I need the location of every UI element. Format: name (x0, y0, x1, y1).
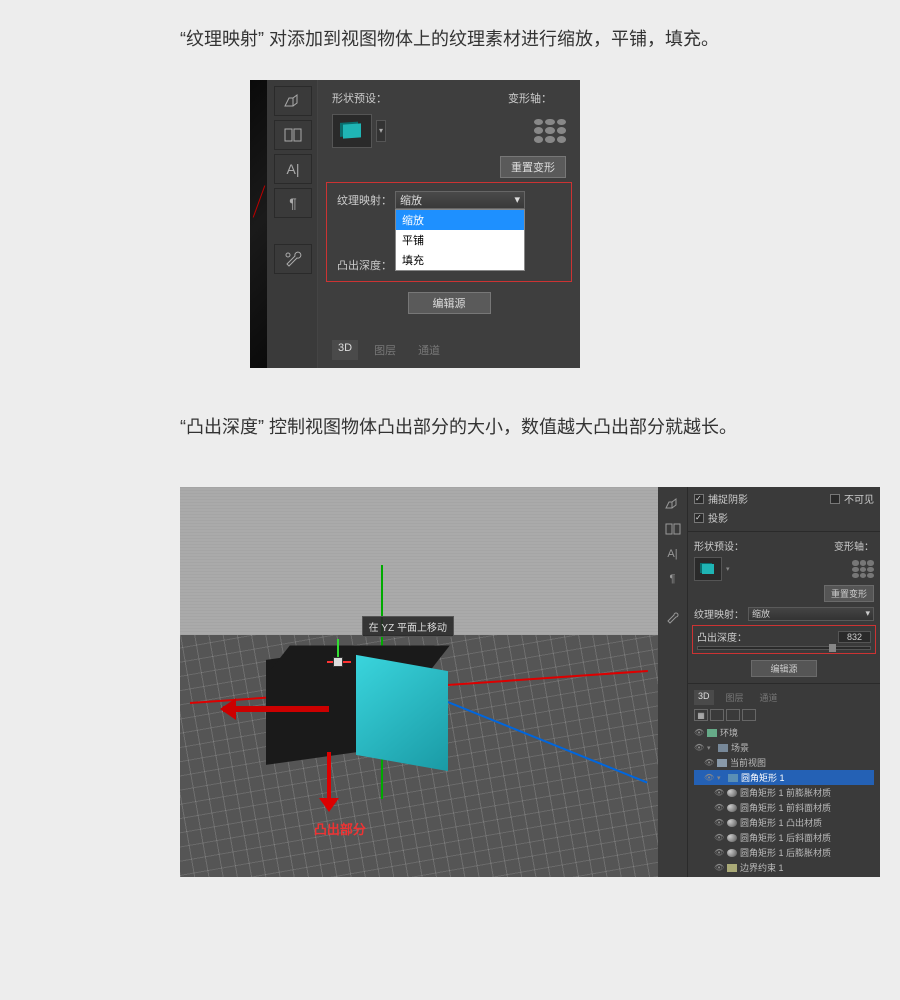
tool-split-icon[interactable] (274, 120, 312, 150)
panel-tabs-2: 3D 图层 通道 (694, 690, 874, 705)
shape-preset-label-2: 形状预设： (694, 538, 744, 553)
filter-icon-2[interactable] (710, 709, 724, 721)
tree-environment[interactable]: 👁环境 (694, 725, 874, 740)
deform-axis-grid-2[interactable] (852, 560, 874, 578)
tab-3d-2[interactable]: 3D (694, 690, 714, 705)
properties-panel-2: 捕捉阴影 不可见 投影 形状预设： 变形轴： ▾ 重置变形 纹理映射： 缩放▾ 凸出深… (688, 487, 880, 877)
highlight-box: 纹理映射： 缩放 ▾ 缩放 平铺 填充 凸出深度： (326, 182, 572, 282)
tool-extrude-icon[interactable] (274, 86, 312, 116)
texture-map-dropdown-2[interactable]: 缩放▾ (748, 607, 874, 621)
tab-layers-2[interactable]: 图层 (722, 690, 748, 705)
tree-mat-4[interactable]: 👁圆角矩形 1 后斜面材质 (694, 830, 874, 845)
tree-current-view[interactable]: 👁当前视图 (694, 755, 874, 770)
tab-3d[interactable]: 3D (332, 340, 358, 360)
catch-shadow-label: 捕捉阴影 (708, 491, 748, 506)
deform-axis-label: 变形轴： (508, 90, 566, 106)
chevron-down-icon[interactable]: ▾ (726, 565, 730, 573)
edit-source-button[interactable]: 编辑源 (408, 292, 491, 314)
reset-deform-button-2[interactable]: 重置变形 (824, 585, 874, 602)
chevron-down-icon: ▾ (865, 608, 870, 619)
tool-icon-text[interactable]: A| (660, 542, 686, 566)
tree-mat-5[interactable]: 👁圆角矩形 1 后膨胀材质 (694, 845, 874, 860)
annotation-arrow-down (323, 752, 337, 822)
tool-column: A| ¶ (268, 80, 318, 368)
option-fill[interactable]: 填充 (396, 250, 524, 270)
texture-mapping-dropdown[interactable]: 缩放▾ 缩放 平铺 填充 (395, 191, 525, 209)
annotation-arrow-left (209, 698, 329, 720)
tab-channels[interactable]: 通道 (412, 340, 446, 360)
tree-mat-2[interactable]: 👁圆角矩形 1 前斜面材质 (694, 800, 874, 815)
texture-map-label-2: 纹理映射： (694, 606, 744, 621)
deform-axis-grid[interactable] (534, 119, 566, 143)
paragraph-2: “凸出深度” 控制视图物体凸出部分的大小，数值越大凸出部分就越长。 (180, 408, 790, 448)
tree-shape-selected[interactable]: 👁▾圆角矩形 1 (694, 770, 874, 785)
dropdown-list: 缩放 平铺 填充 (395, 209, 525, 271)
option-scale[interactable]: 缩放 (396, 210, 524, 230)
preset-thumb-2[interactable] (694, 557, 722, 581)
scene-tree: 👁环境 👁▾场景 👁当前视图 👁▾圆角矩形 1 👁圆角矩形 1 前膨胀材质 👁圆… (694, 725, 874, 875)
extrude-depth-label: 凸出深度： (337, 257, 395, 273)
shape-preset-thumb[interactable] (332, 114, 372, 148)
tool-paragraph-icon[interactable]: ¶ (274, 188, 312, 218)
reset-deform-button[interactable]: 重置变形 (500, 156, 566, 178)
tool-wrench-icon[interactable] (274, 244, 312, 274)
extrude-depth-label-2: 凸出深度： (697, 629, 747, 644)
cube-icon (343, 123, 361, 138)
shape-preset-label: 形状预设： (332, 90, 390, 106)
chevron-down-icon: ▾ (514, 193, 520, 206)
properties-panel: 形状预设： 变形轴： ▾ 重置变形 纹理映射： 缩放▾ 缩 (318, 80, 580, 368)
viewport-tooltip: 在 YZ 平面上移动 (362, 616, 454, 637)
tab-layers[interactable]: 图层 (368, 340, 402, 360)
tab-channels-2[interactable]: 通道 (756, 690, 782, 705)
extrude-depth-value[interactable]: 832 (838, 631, 871, 643)
annotation-text: 凸出部分 (314, 819, 366, 838)
filter-all-icon[interactable]: ▦ (694, 709, 708, 721)
3d-viewport[interactable]: 在 YZ 平面上移动 凸出部分 (180, 487, 658, 877)
projection-label: 投影 (708, 510, 728, 525)
invisible-label: 不可见 (844, 491, 874, 506)
checkbox-projection[interactable] (694, 513, 704, 523)
checkbox-catch-shadow[interactable] (694, 494, 704, 504)
preset-dropdown-arrow[interactable]: ▾ (376, 120, 386, 142)
tree-constraint[interactable]: 👁边界约束 1 (694, 860, 874, 875)
tool-icon-1[interactable] (660, 492, 686, 516)
panel-tabs: 3D 图层 通道 (332, 340, 446, 360)
filter-icon-3[interactable] (726, 709, 740, 721)
tree-mat-3[interactable]: 👁圆角矩形 1 凸出材质 (694, 815, 874, 830)
option-tile[interactable]: 平铺 (396, 230, 524, 250)
screenshot-extrude-depth: 在 YZ 平面上移动 凸出部分 A| ¶ 捕捉阴影 不可见 投影 形状预设： 变形轴… (180, 487, 880, 877)
screenshot-texture-mapping: A| ¶ 形状预设： 变形轴： ▾ 重置变形 (250, 80, 580, 368)
tree-mat-1[interactable]: 👁圆角矩形 1 前膨胀材质 (694, 785, 874, 800)
deform-axis-label-2: 变形轴： (834, 538, 874, 553)
tool-text-a-icon[interactable]: A| (274, 154, 312, 184)
side-tool-column: A| ¶ (658, 487, 688, 877)
filter-icon-4[interactable] (742, 709, 756, 721)
extrude-depth-slider[interactable] (697, 646, 871, 650)
dropdown-value: 缩放 (400, 192, 422, 208)
move-gizmo[interactable] (323, 643, 353, 673)
cube-icon (702, 564, 714, 574)
tool-icon-wrench[interactable] (660, 605, 686, 629)
highlight-box-2: 凸出深度： 832 (692, 625, 876, 654)
viewport-sliver (250, 80, 268, 368)
tool-divider (274, 222, 312, 240)
tool-icon-2[interactable] (660, 517, 686, 541)
edit-source-button-2[interactable]: 编辑源 (751, 660, 816, 677)
tree-scene[interactable]: 👁▾场景 (694, 740, 874, 755)
tool-icon-para[interactable]: ¶ (660, 567, 686, 591)
texture-mapping-label: 纹理映射： (337, 192, 395, 208)
paragraph-1: “纹理映射” 对添加到视图物体上的纹理素材进行缩放，平铺，填充。 (180, 20, 790, 60)
checkbox-invisible[interactable] (830, 494, 840, 504)
